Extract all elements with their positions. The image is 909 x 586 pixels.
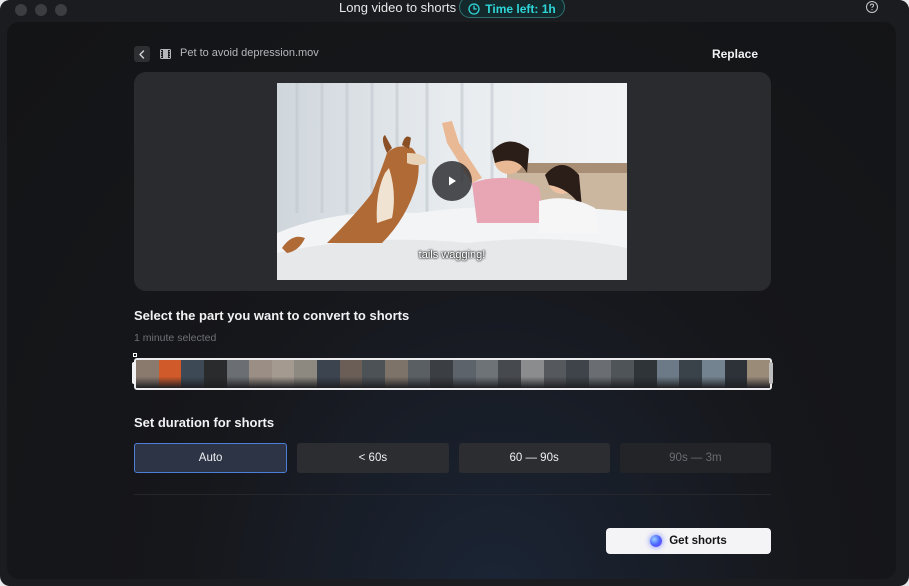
timeline-thumbnail: [611, 360, 635, 388]
timeline-thumbnail: [724, 360, 748, 388]
timeline-thumbnail: [181, 360, 204, 388]
timeline-start-handle[interactable]: [132, 362, 136, 384]
help-icon[interactable]: [865, 0, 879, 14]
film-icon: [160, 49, 171, 59]
sparkle-orb-icon: [650, 535, 663, 547]
select-part-title: Select the part you want to convert to s…: [134, 308, 410, 323]
timeline-thumbnail: [249, 360, 272, 388]
duration-option-60-90s[interactable]: 60 — 90s: [458, 443, 610, 473]
timeline-thumbnail: [136, 360, 159, 388]
timeline-thumbnail: [498, 360, 521, 388]
chevron-left-icon: [139, 49, 145, 59]
selection-duration-text: 1 minute selected: [134, 332, 217, 344]
timeline-thumbnail: [679, 360, 703, 388]
title-bar: Long video to shorts Time left: 1h: [0, 0, 909, 22]
timeline-thumbnail: [475, 360, 499, 388]
timeline-strip[interactable]: [134, 358, 772, 390]
video-player[interactable]: tails wagging!: [277, 83, 627, 280]
timeline-thumbnail: [702, 360, 725, 388]
timeline-thumbnail: [656, 360, 680, 388]
playhead-marker[interactable]: [133, 353, 137, 357]
clock-icon: [468, 2, 480, 15]
timeline-thumbnail: [407, 360, 431, 388]
video-preview-panel: tails wagging!: [134, 72, 771, 291]
timeline-thumbnail: [226, 360, 250, 388]
timeline-thumbnail: [452, 360, 476, 388]
back-button[interactable]: [134, 46, 150, 62]
app-window: Long video to shorts Time left: 1h Pet t…: [0, 0, 909, 586]
get-shorts-label: Get shorts: [669, 535, 727, 547]
video-caption: tails wagging!: [418, 249, 486, 261]
timeline-thumbnail: [294, 360, 318, 388]
minimize-window-button[interactable]: [35, 4, 47, 16]
main-panel: Pet to avoid depression.mov Replace tail…: [7, 22, 896, 579]
window-title: Long video to shorts: [339, 0, 457, 15]
timeline-end-handle[interactable]: [769, 362, 773, 384]
duration-option-auto[interactable]: Auto: [134, 443, 288, 473]
timeline-thumbnail: [520, 360, 544, 388]
timeline-thumbnail: [566, 360, 589, 388]
timeline-thumbnail: [203, 360, 227, 388]
timeline-thumbnail: [543, 360, 567, 388]
zoom-window-button[interactable]: [55, 4, 67, 16]
close-window-button[interactable]: [15, 4, 27, 16]
timeline-thumbnail: [339, 360, 363, 388]
duration-title: Set duration for shorts: [134, 415, 275, 430]
duration-option-90s-3m: 90s — 3m: [619, 443, 771, 473]
timeline-thumbnail: [362, 360, 386, 388]
timeline-thumbnail: [271, 360, 295, 388]
file-bar: Pet to avoid depression.mov Replace: [134, 45, 770, 63]
timeline-thumbnail: [588, 360, 612, 388]
timeline-thumbnail: [385, 360, 408, 388]
play-button[interactable]: [432, 161, 472, 201]
timeline-thumbnail: [158, 360, 182, 388]
get-shorts-button[interactable]: Get shorts: [606, 528, 771, 554]
time-left-text: Time left: 1h: [485, 1, 556, 16]
time-left-badge[interactable]: Time left: 1h: [459, 0, 565, 18]
duration-options: Auto < 60s 60 — 90s 90s — 3m: [134, 443, 771, 473]
timeline-thumbnail: [634, 360, 657, 388]
divider: [134, 494, 771, 495]
duration-option-under-60s[interactable]: < 60s: [297, 443, 449, 473]
timeline-thumbnail: [317, 360, 340, 388]
timeline-thumbnail: [747, 360, 770, 388]
play-icon: [449, 176, 456, 186]
replace-button[interactable]: Replace: [712, 47, 758, 61]
timeline-thumbnail: [430, 360, 453, 388]
file-name: Pet to avoid depression.mov: [180, 47, 319, 59]
